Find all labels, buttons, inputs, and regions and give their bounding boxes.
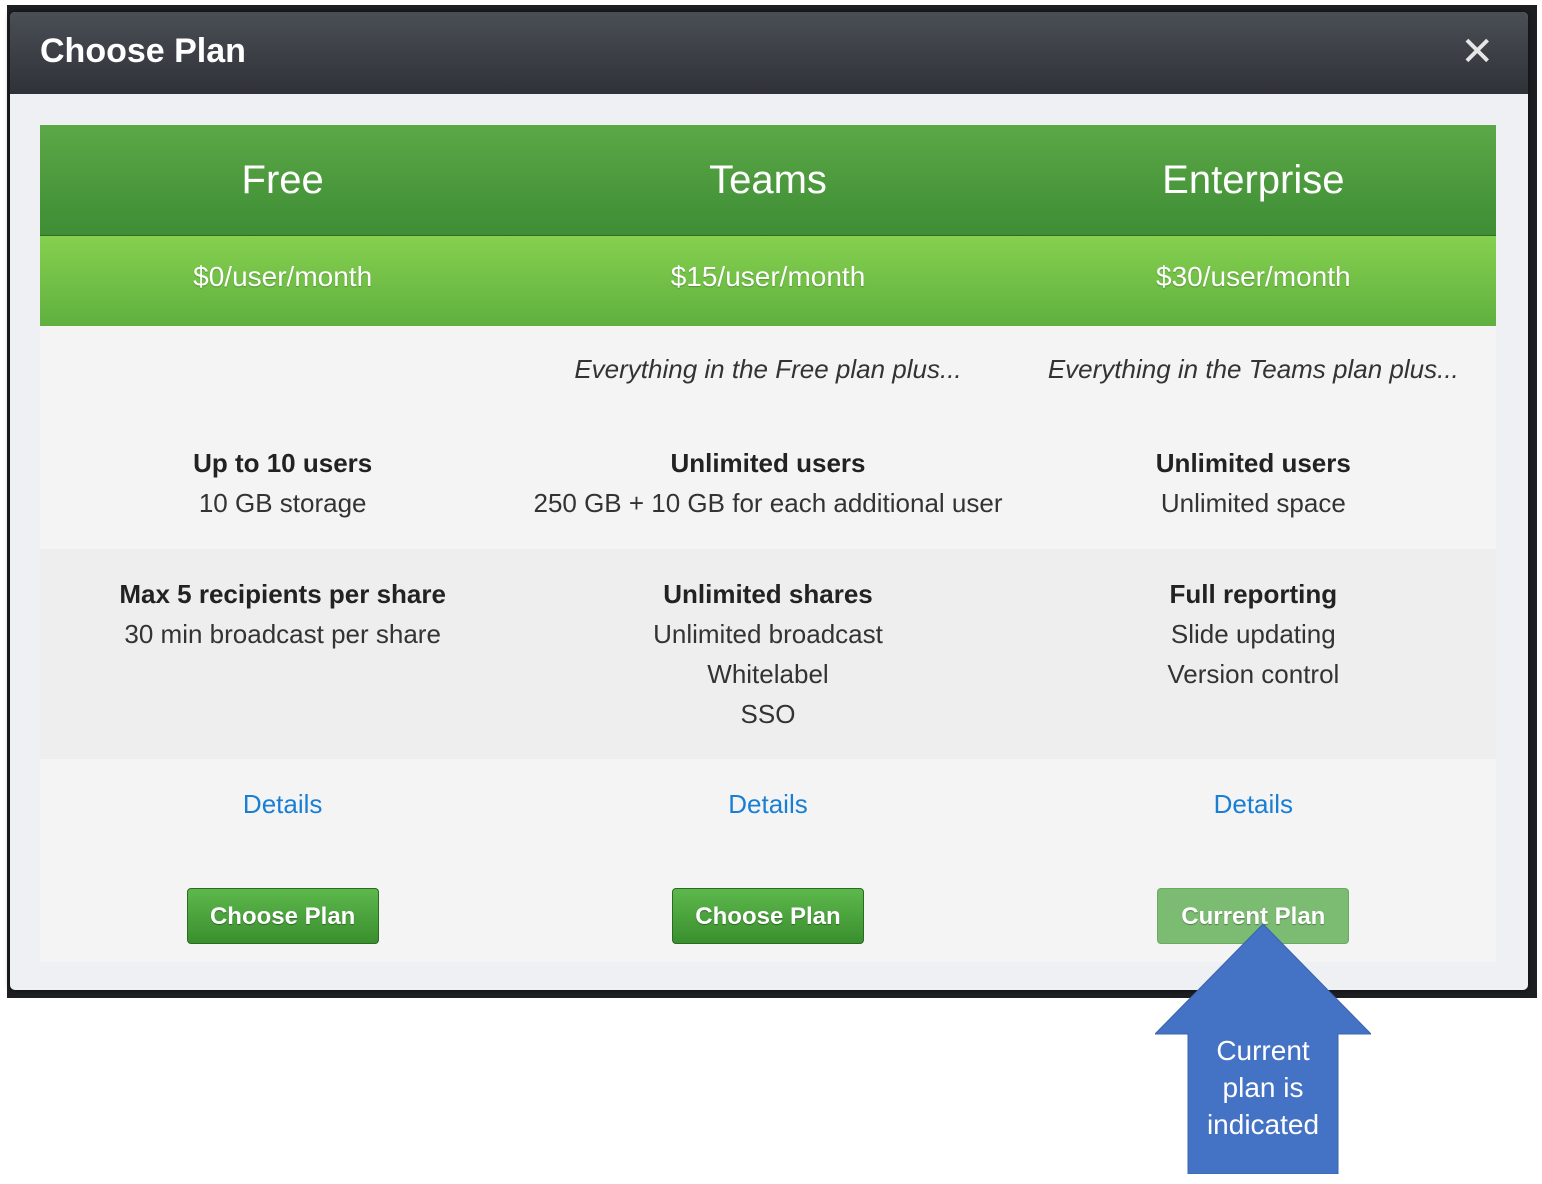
plan-names-row: Free Teams Enterprise — [40, 125, 1496, 236]
plan-comparison-table: Free Teams Enterprise $0/user/month $15/… — [40, 125, 1496, 962]
feature-heading: Max 5 recipients per share — [119, 579, 446, 609]
plan-name-enterprise: Enterprise — [1162, 158, 1345, 202]
details-link-enterprise[interactable]: Details — [1214, 789, 1293, 819]
feature-line: 30 min broadcast per share — [124, 619, 441, 649]
plan-prices-row: $0/user/month $15/user/month $30/user/mo… — [40, 236, 1496, 326]
button-cell-teams: Choose Plan — [525, 859, 1010, 962]
feature-line: 250 GB + 10 GB for each additional user — [533, 488, 1003, 518]
feature-heading: Full reporting — [1169, 579, 1338, 609]
plan-users-enterprise: Unlimited users Unlimited space — [1011, 416, 1496, 549]
plan-sharing-free: Max 5 recipients per share 30 min broadc… — [40, 549, 525, 759]
choose-plan-modal: Choose Plan ✕ Free Teams Enterprise $0/u… — [10, 12, 1528, 990]
feature-heading: Unlimited users — [1155, 448, 1351, 478]
details-cell-teams: Details — [525, 759, 1010, 859]
details-link-teams[interactable]: Details — [728, 789, 807, 819]
feature-line: Unlimited broadcast — [653, 619, 883, 649]
plan-name-free: Free — [241, 158, 324, 202]
plan-intro-free — [40, 326, 525, 416]
plan-price-free: $0/user/month — [193, 261, 373, 292]
modal-header: Choose Plan ✕ — [10, 12, 1528, 94]
feature-heading: Unlimited users — [670, 448, 866, 478]
callout-line: plan is — [1222, 1072, 1304, 1103]
feature-heading: Up to 10 users — [193, 448, 373, 478]
feature-line: SSO — [740, 699, 796, 729]
feature-heading: Unlimited shares — [663, 579, 873, 609]
callout-text: Current plan is indicated — [1188, 1032, 1338, 1143]
plan-price-enterprise: $30/user/month — [1156, 261, 1351, 292]
button-cell-free: Choose Plan — [40, 859, 525, 962]
details-cell-free: Details — [40, 759, 525, 859]
plan-intro-row: Everything in the Free plan plus... Ever… — [40, 326, 1496, 416]
plan-users-free: Up to 10 users 10 GB storage — [40, 416, 525, 549]
plan-intro-enterprise: Everything in the Teams plan plus... — [1047, 354, 1459, 384]
feature-line: Slide updating — [1170, 619, 1336, 649]
details-link-free[interactable]: Details — [243, 789, 322, 819]
plan-details-row: Details Details Details — [40, 759, 1496, 859]
plan-price-teams: $15/user/month — [670, 261, 866, 292]
plan-users-teams: Unlimited users 250 GB + 10 GB for each … — [525, 416, 1010, 549]
plan-sharing-row: Max 5 recipients per share 30 min broadc… — [40, 549, 1496, 759]
plan-sharing-enterprise: Full reporting Slide updating Version co… — [1011, 549, 1496, 759]
plan-sharing-teams: Unlimited shares Unlimited broadcast Whi… — [525, 549, 1010, 759]
feature-line: Unlimited space — [1160, 488, 1346, 518]
callout-line: indicated — [1206, 1109, 1320, 1140]
feature-line: Whitelabel — [707, 659, 829, 689]
feature-line: 10 GB storage — [198, 488, 367, 518]
plan-users-row: Up to 10 users 10 GB storage Unlimited u… — [40, 416, 1496, 549]
modal-title: Choose Plan — [40, 32, 246, 70]
callout-line: Current — [1216, 1035, 1310, 1066]
choose-plan-button-teams[interactable]: Choose Plan — [671, 888, 864, 944]
plan-intro-teams: Everything in the Free plan plus... — [574, 354, 962, 384]
plan-name-teams: Teams — [709, 158, 827, 202]
close-icon[interactable]: ✕ — [1460, 32, 1494, 72]
choose-plan-button-free[interactable]: Choose Plan — [186, 888, 379, 944]
feature-line: Version control — [1167, 659, 1340, 689]
details-cell-enterprise: Details — [1011, 759, 1496, 859]
